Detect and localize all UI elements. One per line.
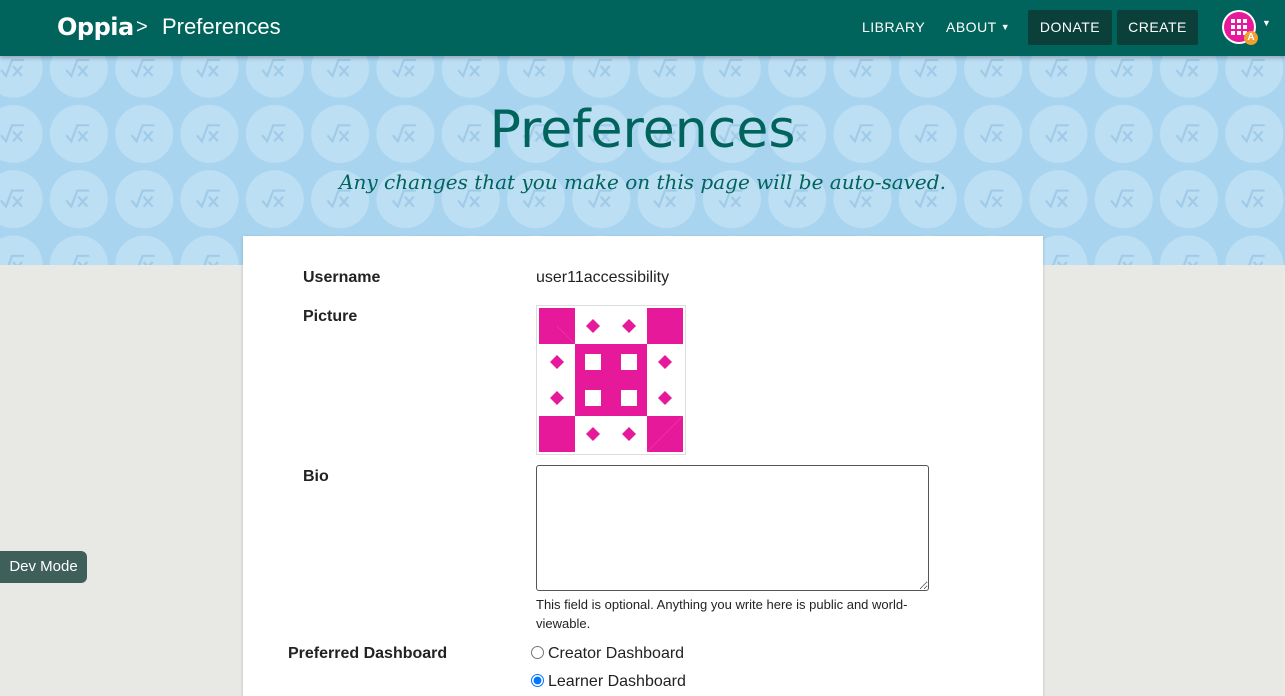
bio-textarea[interactable]	[536, 465, 929, 591]
breadcrumb-separator: >	[136, 16, 148, 38]
bio-label: Bio	[303, 468, 329, 485]
username-label: Username	[303, 269, 381, 286]
top-nav-bar: Oppia > Preferences LIBRARY ABOUT ▼ DONAT…	[0, 0, 1285, 56]
creator-dashboard-option[interactable]: Creator Dashboard	[531, 645, 684, 663]
avatar-chevron-down-icon: ▼	[1262, 18, 1271, 28]
breadcrumb-page-title: Preferences	[162, 14, 281, 39]
identicon-image	[539, 308, 683, 452]
creator-dashboard-radio[interactable]	[531, 646, 544, 659]
chevron-down-icon: ▼	[1000, 22, 1011, 32]
profile-menu-button[interactable]: A ▼	[1222, 10, 1272, 46]
learner-dashboard-option[interactable]: Learner Dashboard	[531, 673, 686, 691]
oppia-logo[interactable]: Oppia	[57, 13, 134, 41]
learner-dashboard-radio[interactable]	[531, 674, 544, 687]
username-value: user11accessibility	[536, 269, 670, 286]
avatar-badge: A	[1244, 31, 1258, 45]
page-banner: Preferences Any changes that you make on…	[0, 56, 1285, 265]
donate-button[interactable]: DONATE	[1028, 10, 1112, 45]
page-subtitle: Any changes that you make on this page w…	[339, 170, 946, 194]
creator-dashboard-label: Creator Dashboard	[548, 645, 685, 662]
nav-about-dropdown[interactable]: ABOUT ▼	[946, 19, 1010, 35]
dev-mode-badge: Dev Mode	[0, 551, 87, 583]
picture-label: Picture	[303, 308, 358, 325]
preferences-card: Username user11accessibility Picture Bio…	[243, 236, 1043, 696]
preferred-dashboard-label: Preferred Dashboard	[288, 645, 448, 662]
nav-library-link[interactable]: LIBRARY	[862, 19, 925, 35]
create-button[interactable]: CREATE	[1117, 10, 1198, 45]
nav-about-label: ABOUT	[946, 19, 997, 35]
bio-help-text: This field is optional. Anything you wri…	[536, 597, 908, 631]
page-title: Preferences	[489, 100, 796, 160]
learner-dashboard-label: Learner Dashboard	[548, 673, 686, 690]
banner-pattern	[0, 56, 1285, 265]
profile-picture[interactable]	[536, 305, 686, 455]
